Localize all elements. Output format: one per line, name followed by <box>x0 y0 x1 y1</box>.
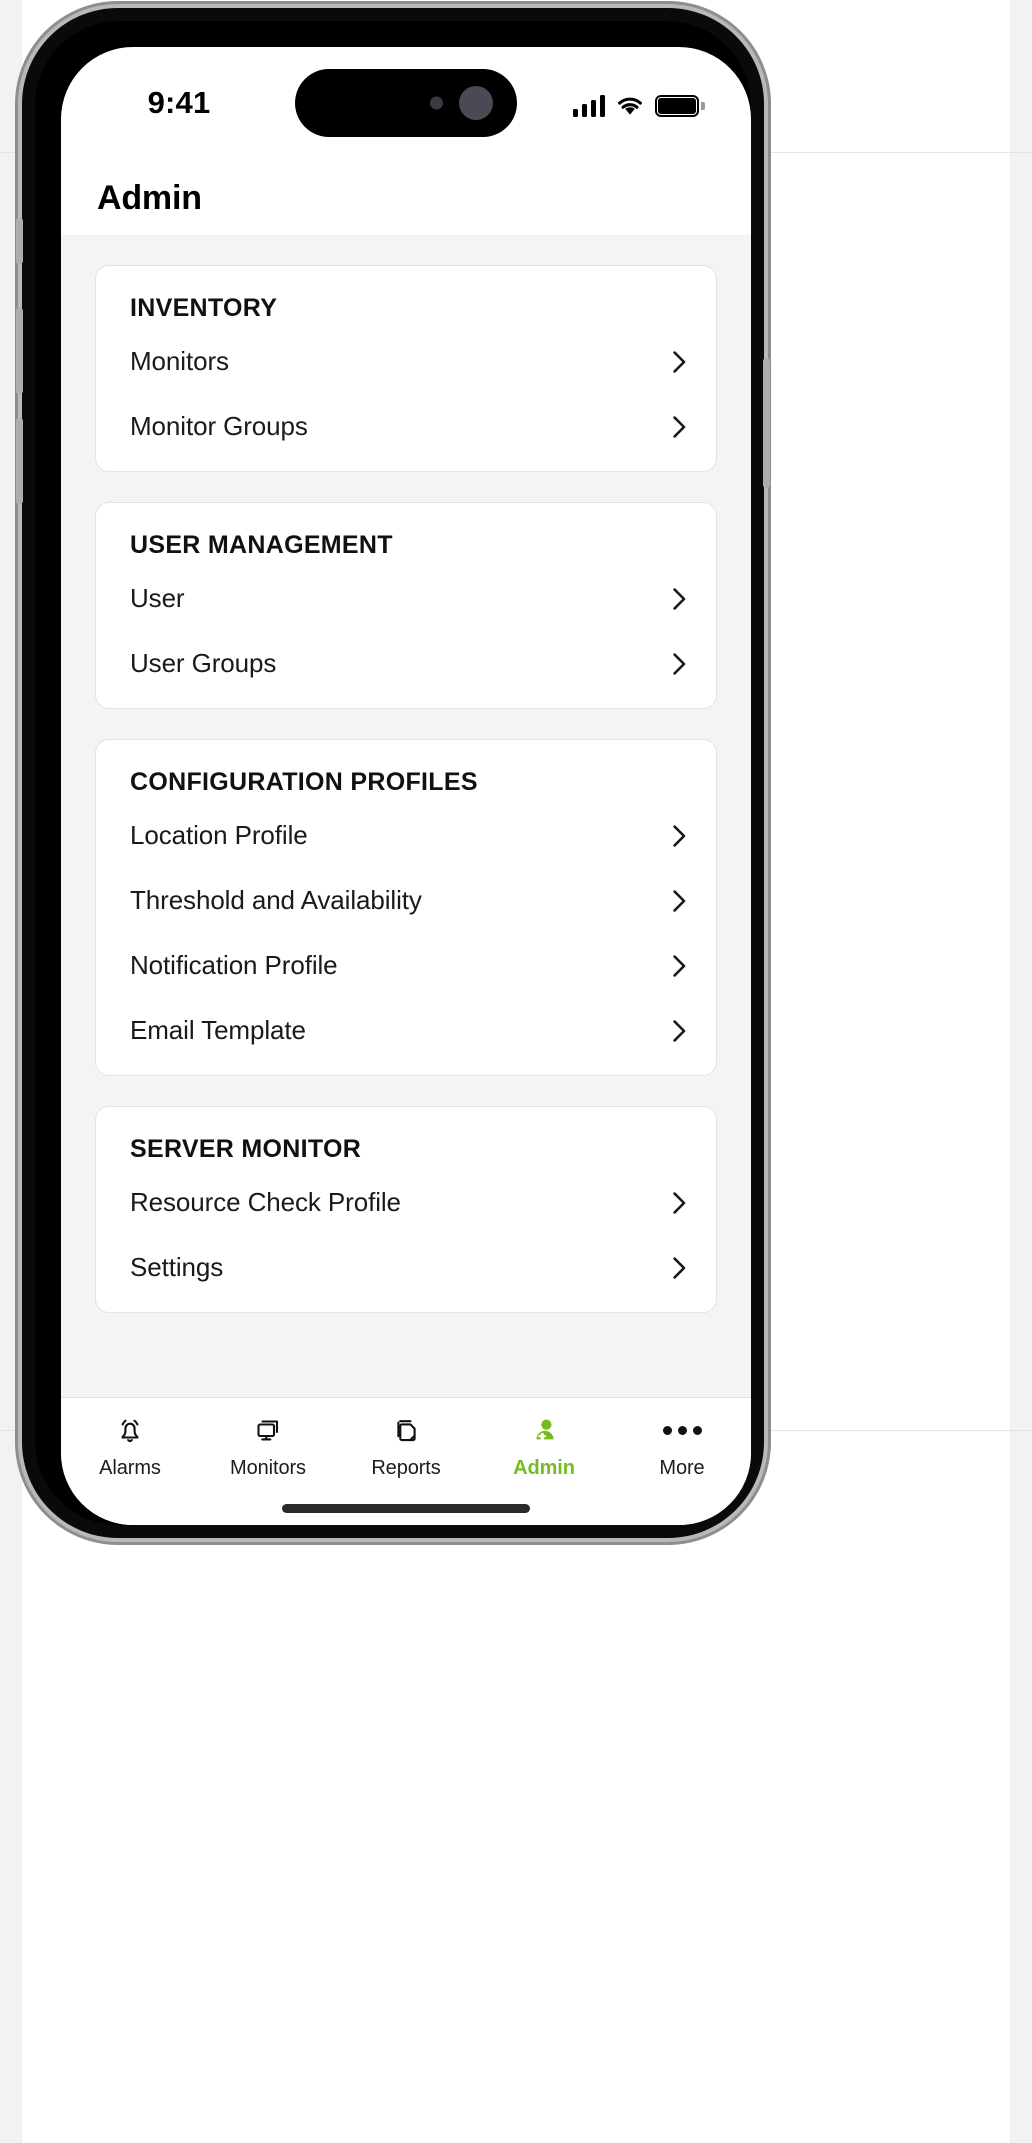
tab-more[interactable]: More <box>613 1412 751 1480</box>
person-icon <box>527 1412 561 1448</box>
status-bar-clock: 9:41 <box>147 85 211 120</box>
settings-row[interactable]: Settings <box>96 1235 716 1300</box>
chevron-right-icon <box>673 889 686 912</box>
settings-row[interactable]: Monitors <box>96 329 716 394</box>
backdrop-rail-right <box>1010 0 1032 2143</box>
settings-card: CONFIGURATION PROFILES Location Profile Th… <box>95 739 717 1076</box>
silent-switch-button[interactable] <box>16 218 23 264</box>
settings-row-label: Threshold and Availability <box>130 885 422 915</box>
tab-label-reports: Reports <box>371 1457 441 1479</box>
settings-row[interactable]: Monitor Groups <box>96 394 716 459</box>
chevron-right-icon <box>673 1191 686 1214</box>
settings-row-label: Email Template <box>130 1015 306 1045</box>
phone-frame: 9:41 Admin INVENTORY Monitors Monitor Gr… <box>16 8 770 1538</box>
settings-card-title: CONFIGURATION PROFILES <box>130 768 478 796</box>
face-id-sensor-icon <box>430 96 443 110</box>
bell-icon <box>113 1412 147 1448</box>
monitor-icon <box>251 1412 285 1448</box>
front-camera-icon <box>459 86 493 120</box>
settings-card-title: INVENTORY <box>130 294 278 322</box>
tab-label-alarms: Alarms <box>99 1457 161 1479</box>
chevron-right-icon <box>673 652 686 675</box>
phone-screen: 9:41 Admin INVENTORY Monitors Monitor Gr… <box>61 47 751 1525</box>
settings-row[interactable]: Threshold and Availability <box>96 868 716 933</box>
settings-row-label: Notification Profile <box>130 950 338 980</box>
tab-admin[interactable]: Admin <box>475 1412 613 1480</box>
settings-row-label: Settings <box>130 1252 224 1282</box>
battery-full-icon <box>655 95 705 117</box>
settings-row-label: Resource Check Profile <box>130 1187 401 1217</box>
ellipsis-icon <box>662 1412 702 1448</box>
settings-card: USER MANAGEMENT User User Groups <box>95 502 717 709</box>
chevron-right-icon <box>673 1256 686 1279</box>
settings-row[interactable]: Resource Check Profile <box>96 1170 716 1235</box>
settings-row-label: User <box>130 583 185 613</box>
tab-alarms[interactable]: Alarms <box>61 1412 199 1480</box>
screenshot-root: 9:41 Admin INVENTORY Monitors Monitor Gr… <box>0 0 1032 2143</box>
chevron-right-icon <box>673 954 686 977</box>
chevron-right-icon <box>673 350 686 373</box>
settings-row-label: User Groups <box>130 648 277 678</box>
volume-up-button[interactable] <box>16 308 23 394</box>
tab-label-more: More <box>659 1457 705 1479</box>
settings-row[interactable]: User Groups <box>96 631 716 696</box>
settings-card-title: SERVER MONITOR <box>130 1135 362 1163</box>
chevron-right-icon <box>673 824 686 847</box>
settings-card: INVENTORY Monitors Monitor Groups <box>95 265 717 472</box>
settings-row[interactable]: Location Profile <box>96 803 716 868</box>
settings-row-label: Monitor Groups <box>130 411 308 441</box>
power-button[interactable] <box>763 358 770 488</box>
status-bar-icons <box>572 91 705 117</box>
settings-row-label: Location Profile <box>130 820 308 850</box>
tab-monitors[interactable]: Monitors <box>199 1412 337 1480</box>
nav-header: Admin <box>61 163 751 235</box>
settings-row-label: Monitors <box>130 346 229 376</box>
volume-down-button[interactable] <box>16 418 23 504</box>
home-indicator[interactable] <box>282 1504 530 1513</box>
settings-row[interactable]: Email Template <box>96 998 716 1063</box>
documents-icon <box>389 1412 423 1448</box>
settings-row[interactable]: Notification Profile <box>96 933 716 998</box>
admin-settings-list[interactable]: INVENTORY Monitors Monitor Groups USER MANA… <box>61 235 751 1397</box>
chevron-right-icon <box>673 1019 686 1042</box>
chevron-right-icon <box>673 415 686 438</box>
settings-card: SERVER MONITOR Resource Check Profile Sett… <box>95 1106 717 1313</box>
chevron-right-icon <box>673 587 686 610</box>
phone-bezel: 9:41 Admin INVENTORY Monitors Monitor Gr… <box>35 21 751 1525</box>
settings-card-title: USER MANAGEMENT <box>130 531 393 559</box>
cellular-signal-icon <box>572 95 605 117</box>
tab-label-admin: Admin <box>513 1457 575 1479</box>
dynamic-island <box>295 69 517 137</box>
tab-label-monitors: Monitors <box>230 1457 306 1479</box>
settings-row[interactable]: User <box>96 566 716 631</box>
wifi-icon <box>616 95 644 117</box>
page-title: Admin <box>97 179 202 217</box>
tab-reports[interactable]: Reports <box>337 1412 475 1480</box>
status-bar: 9:41 <box>61 47 751 163</box>
